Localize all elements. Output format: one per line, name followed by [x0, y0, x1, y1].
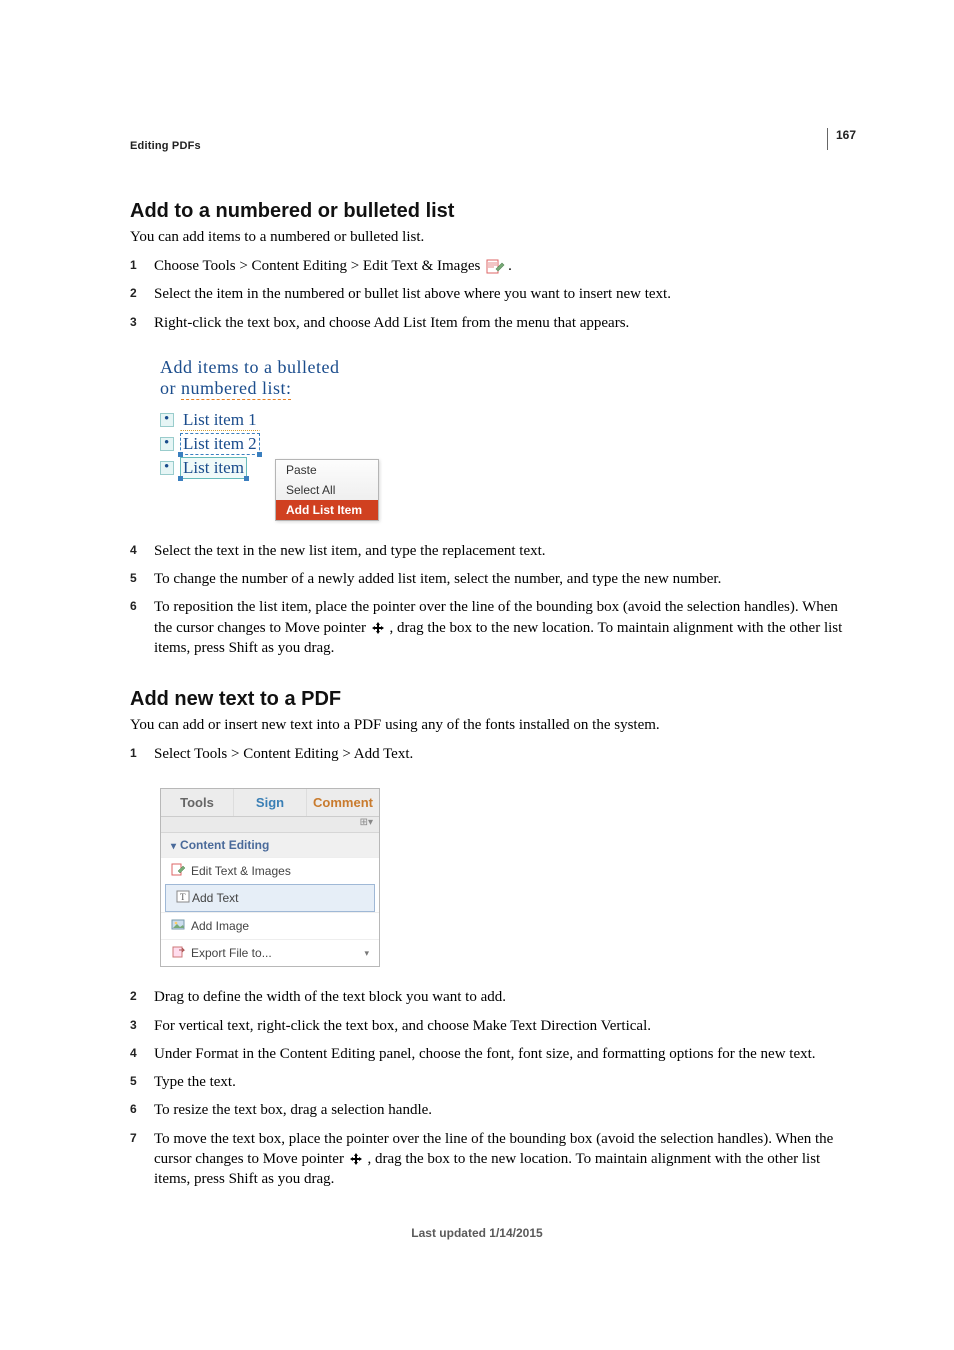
- tab-sign[interactable]: Sign: [234, 789, 307, 816]
- move-pointer-icon: [370, 621, 386, 635]
- panel-items: Edit Text & Images T Add Text Add Image …: [161, 857, 379, 966]
- steps-list-2a: 1Select Tools > Content Editing > Add Te…: [130, 744, 859, 764]
- step-item: 7 To move the text box, place the pointe…: [130, 1129, 859, 1190]
- heading-add-new-text: Add new text to a PDF: [130, 688, 859, 711]
- row-edit-text-images[interactable]: Edit Text & Images: [161, 857, 379, 884]
- tab-tools[interactable]: Tools: [161, 789, 234, 816]
- row-export-file[interactable]: Export File to...: [161, 939, 379, 966]
- bullet-icon: [160, 437, 174, 451]
- steps-list-1b: 4Select the text in the new list item, a…: [130, 541, 859, 658]
- step-item: 1Select Tools > Content Editing > Add Te…: [130, 744, 859, 764]
- add-image-icon: [171, 918, 186, 932]
- menu-item-select-all[interactable]: Select All: [276, 480, 378, 500]
- step-item: 3For vertical text, right-click the text…: [130, 1016, 859, 1036]
- steps-list-2b: 2Drag to define the width of the text bl…: [130, 987, 859, 1189]
- figure-tools-panel: Tools Sign Comment ⊞▾ Content Editing Ed…: [160, 788, 380, 967]
- figure-title: Add items to a bulleted or numbered list…: [160, 357, 410, 399]
- list-item: List item 1: [160, 409, 410, 431]
- section-label: Editing PDFs: [130, 140, 859, 152]
- panel-section-head[interactable]: Content Editing: [161, 833, 379, 857]
- add-text-icon: T: [176, 890, 191, 904]
- step-item: 5To change the number of a newly added l…: [130, 569, 859, 589]
- page-footer: Last updated 1/14/2015: [0, 1226, 954, 1240]
- step-item: 4Under Format in the Content Editing pan…: [130, 1044, 859, 1064]
- svg-text:T: T: [180, 892, 186, 902]
- step-item: 6To resize the text box, drag a selectio…: [130, 1100, 859, 1120]
- step-item: 1 Choose Tools > Content Editing > Edit …: [130, 256, 859, 276]
- step-item: 2Select the item in the numbered or bull…: [130, 284, 859, 304]
- context-menu: Paste Select All Add List Item: [275, 459, 379, 521]
- step-item: 6 To reposition the list item, place the…: [130, 597, 859, 658]
- step-item: 5Type the text.: [130, 1072, 859, 1092]
- menu-item-add-list-item[interactable]: Add List Item: [276, 500, 378, 520]
- bullet-icon: [160, 413, 174, 427]
- edit-text-images-icon: [171, 863, 186, 877]
- export-file-icon: [171, 945, 186, 959]
- figure-bulleted-list: Add items to a bulleted or numbered list…: [160, 357, 410, 521]
- panel-tabs: Tools Sign Comment: [161, 789, 379, 817]
- intro-text-1: You can add items to a numbered or bulle…: [130, 229, 859, 246]
- row-add-image[interactable]: Add Image: [161, 912, 379, 939]
- menu-item-paste[interactable]: Paste: [276, 460, 378, 480]
- move-pointer-icon: [348, 1152, 364, 1166]
- step-item: 3Right-click the text box, and choose Ad…: [130, 313, 859, 333]
- steps-list-1: 1 Choose Tools > Content Editing > Edit …: [130, 256, 859, 333]
- panel-strip: ⊞▾: [161, 817, 379, 833]
- row-add-text[interactable]: T Add Text: [165, 884, 375, 912]
- step-item: 4Select the text in the new list item, a…: [130, 541, 859, 561]
- intro-text-2: You can add or insert new text into a PD…: [130, 717, 859, 734]
- tab-comment[interactable]: Comment: [307, 789, 379, 816]
- bullet-icon: [160, 461, 174, 475]
- edit-text-images-icon: [486, 259, 506, 275]
- step-item: 2Drag to define the width of the text bl…: [130, 987, 859, 1007]
- list-item: List item 2: [160, 433, 410, 455]
- heading-add-to-list: Add to a numbered or bulleted list: [130, 200, 859, 223]
- page-number: 167: [827, 128, 856, 150]
